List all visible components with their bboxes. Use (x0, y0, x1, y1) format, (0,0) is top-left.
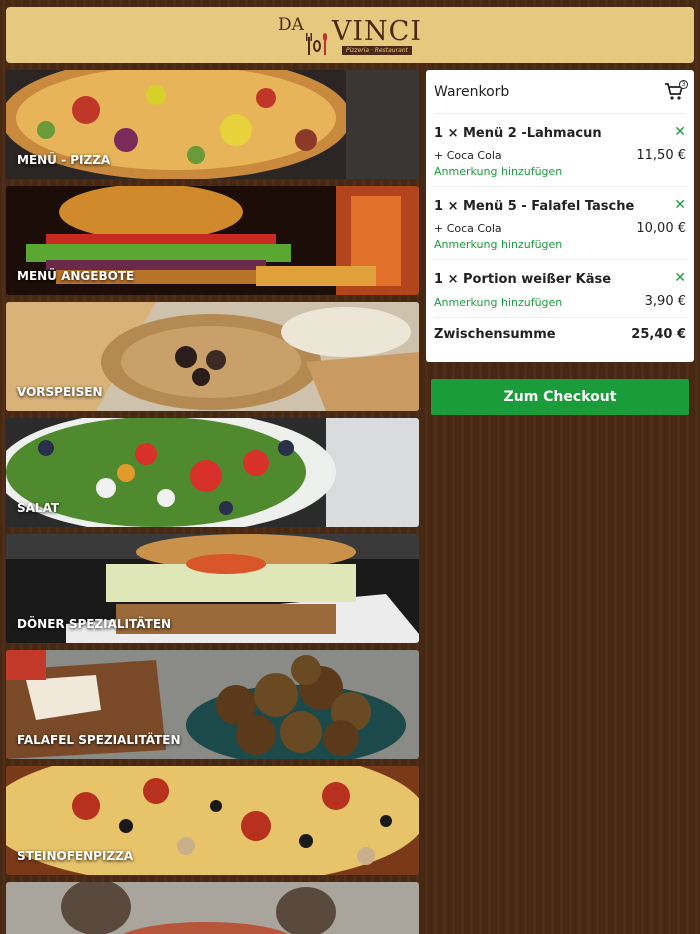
remove-item-icon[interactable]: ✕ (674, 270, 686, 286)
category-tile-menu-angebote[interactable]: MENÜ ANGEBOTE (6, 186, 419, 295)
cart-item-price: 3,90 € (644, 294, 686, 309)
add-note-link[interactable]: Anmerkung hinzufügen (434, 238, 686, 251)
cart-icon[interactable]: 3 (664, 79, 688, 103)
category-tile-doener[interactable]: DÖNER SPEZIALITÄTEN (6, 534, 419, 643)
header-bar: DA VINCI Pizzeria · Restaurant (6, 7, 694, 63)
cart-item-price: 11,50 € (636, 148, 686, 163)
cart-header: Warenkorb 3 (434, 70, 688, 113)
category-tile-steinofenpizza[interactable]: STEINOFENPIZZA (6, 766, 419, 875)
subtotal-label: Zwischensumme (434, 327, 556, 342)
cart-item: 1 × Menü 2 -Lahmacun ✕ + Coca Cola 11,50… (434, 113, 686, 186)
category-tile-menu-pizza[interactable]: MENÜ - PIZZA (6, 70, 419, 179)
category-tile-salat[interactable]: SALAT (6, 418, 419, 527)
logo-prefix: DA (277, 15, 304, 35)
salad-image (6, 418, 419, 527)
cart-item-name: 1 × Menü 5 - Falafel Tasche (434, 199, 635, 214)
checkout-button[interactable]: Zum Checkout (431, 379, 689, 415)
cart-panel: Warenkorb 3 1 × Menü 2 -Lahmacun ✕ + Coc… (426, 70, 694, 362)
cart-item-name: 1 × Portion weißer Käse (434, 272, 612, 287)
category-label: SALAT (17, 501, 60, 515)
category-label: MENÜ - PIZZA (17, 153, 111, 167)
category-label: STEINOFENPIZZA (17, 849, 134, 863)
category-label: MENÜ ANGEBOTE (17, 269, 135, 283)
category-tile-falafel[interactable]: FALAFEL SPEZIALITÄTEN (6, 650, 419, 759)
category-list: MENÜ - PIZZA MENÜ ANGEBOTE VORSPEISEN SA… (6, 70, 419, 934)
category-label: FALAFEL SPEZIALITÄTEN (17, 733, 181, 747)
logo-main-text: VINCI (331, 16, 423, 47)
category-tile-vorspeisen[interactable]: VORSPEISEN (6, 302, 419, 411)
remove-item-icon[interactable]: ✕ (674, 124, 686, 140)
category-tile-next[interactable] (6, 882, 419, 934)
cart-item-extra: + Coca Cola (434, 149, 502, 162)
cart-item: 1 × Menü 5 - Falafel Tasche ✕ + Coca Col… (434, 186, 686, 259)
logo[interactable]: DA VINCI Pizzeria · Restaurant (278, 15, 422, 55)
category-label: VORSPEISEN (17, 385, 103, 399)
remove-item-icon[interactable]: ✕ (674, 197, 686, 213)
cart-item-price: 10,00 € (636, 221, 686, 236)
logo-subtitle: Pizzeria · Restaurant (341, 46, 412, 55)
cart-item-extra: + Coca Cola (434, 222, 502, 235)
subtotal-value: 25,40 € (631, 327, 686, 342)
next-category-image (6, 882, 419, 934)
cart-title: Warenkorb (434, 83, 510, 100)
cart-item: 1 × Portion weißer Käse ✕ Anmerkung hinz… (434, 259, 686, 317)
cutlery-icon (305, 31, 328, 55)
cart-count-badge: 3 (679, 79, 688, 89)
cart-item-name: 1 × Menü 2 -Lahmacun (434, 126, 602, 141)
add-note-link[interactable]: Anmerkung hinzufügen (434, 296, 562, 309)
subtotal-row: Zwischensumme 25,40 € (434, 317, 686, 351)
category-label: DÖNER SPEZIALITÄTEN (17, 617, 172, 631)
add-note-link[interactable]: Anmerkung hinzufügen (434, 165, 686, 178)
